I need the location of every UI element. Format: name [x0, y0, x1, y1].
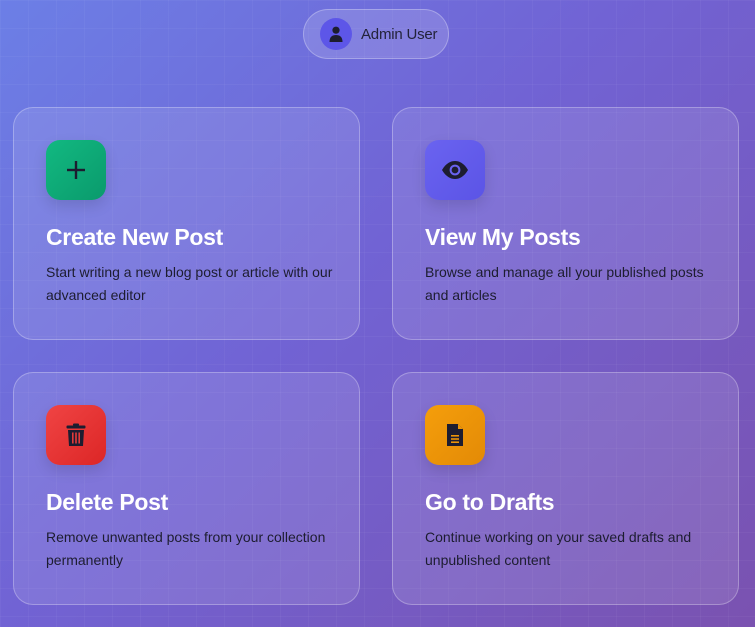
plus-icon [66, 160, 86, 180]
view-posts-icon-box [425, 140, 485, 200]
card-description: Continue working on your saved drafts an… [425, 529, 692, 568]
trash-icon [66, 423, 86, 447]
card-title: Delete Post [46, 489, 168, 515]
card-title: Create New Post [46, 224, 224, 250]
drafts-icon-box [425, 405, 485, 465]
card-title: View My Posts [425, 224, 581, 250]
card-description: Browse and manage all your published pos… [425, 264, 704, 303]
user-profile-button[interactable]: Admin User [303, 9, 449, 59]
card-description: Remove unwanted posts from your collecti… [46, 529, 326, 568]
delete-post-card[interactable]: Delete Post Remove unwanted posts from y… [13, 372, 360, 605]
user-name: Admin User [361, 25, 438, 43]
card-title: Go to Drafts [425, 489, 555, 515]
user-icon [329, 26, 343, 42]
create-post-icon-box [46, 140, 106, 200]
go-to-drafts-card[interactable]: Go to Drafts Continue working on your sa… [392, 372, 739, 605]
avatar [320, 18, 352, 50]
eye-icon [441, 160, 469, 180]
file-icon [446, 423, 464, 447]
view-my-posts-card[interactable]: View My Posts Browse and manage all your… [392, 107, 739, 340]
card-description: Start writing a new blog post or article… [46, 264, 333, 303]
create-new-post-card[interactable]: Create New Post Start writing a new blog… [13, 107, 360, 340]
delete-post-icon-box [46, 405, 106, 465]
